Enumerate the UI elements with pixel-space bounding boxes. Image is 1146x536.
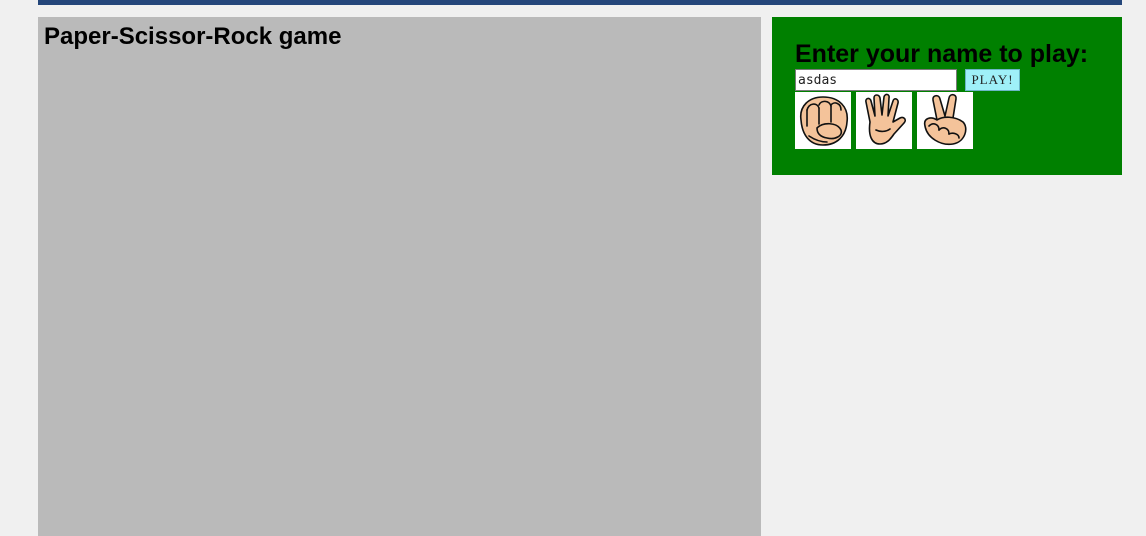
scissors-choice-button[interactable]	[917, 92, 973, 149]
rock-choice-button[interactable]	[795, 92, 851, 149]
name-input[interactable]	[795, 69, 957, 91]
game-area: Paper-Scissor-Rock game	[38, 17, 761, 536]
paper-choice-button[interactable]	[856, 92, 912, 149]
play-button[interactable]: PLAY!	[965, 69, 1020, 91]
top-bar	[38, 0, 1122, 5]
play-panel: Enter your name to play: PLAY!	[772, 17, 1122, 175]
rock-icon	[799, 96, 848, 146]
scissors-icon	[923, 93, 967, 146]
play-heading: Enter your name to play:	[795, 40, 1089, 68]
page-title: Paper-Scissor-Rock game	[44, 23, 342, 50]
paper-icon	[865, 93, 907, 145]
